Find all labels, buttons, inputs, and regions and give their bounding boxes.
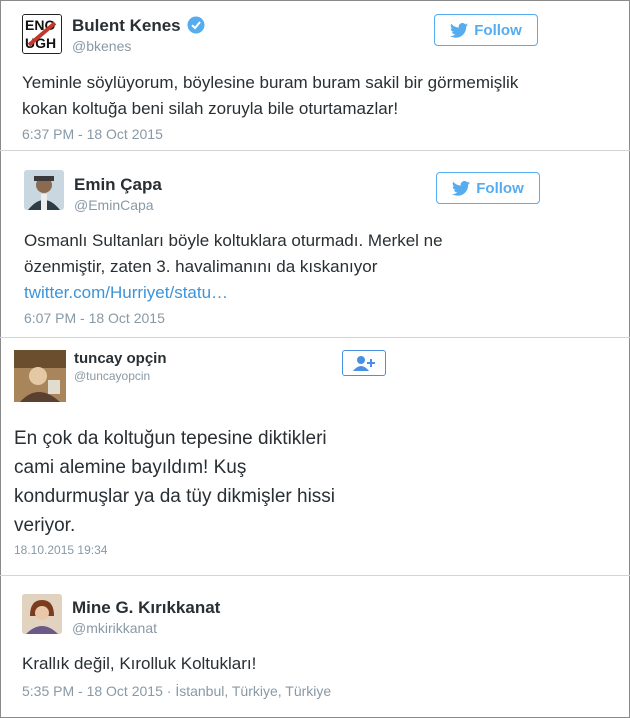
divider <box>0 337 630 338</box>
twitter-bird-icon <box>450 22 469 38</box>
avatar[interactable] <box>24 170 64 210</box>
user-name[interactable]: Mine G. Kırıkkanat <box>72 598 220 618</box>
follow-button[interactable]: Follow <box>434 14 538 46</box>
avatar[interactable] <box>22 594 62 634</box>
tweet-text: Yeminle söylüyorum, böylesine buram bura… <box>22 73 519 118</box>
user-name[interactable]: Bulent Kenes <box>72 16 205 39</box>
follow-button[interactable]: Follow <box>436 172 540 204</box>
tweet-text: Osmanlı Sultanları böyle koltuklara otur… <box>24 228 584 306</box>
tweet-location[interactable]: İstanbul, Türkiye, Türkiye <box>175 683 331 699</box>
tweet-timestamp[interactable]: 6:37 PM - 18 Oct 2015 <box>22 126 163 142</box>
add-person-icon <box>353 356 375 371</box>
tweet-text-line: özenmiştir, zaten 3. havalimanını da kıs… <box>24 257 378 276</box>
divider <box>0 150 630 151</box>
tweet-bkenes: ENO UGH Bulent Kenes @bkenes Follow Yemi… <box>0 0 630 150</box>
tweet-link[interactable]: twitter.com/Hurriyet/statu… <box>24 280 584 306</box>
follow-label: Follow <box>474 21 522 39</box>
tweet-text: Krallık değil, Kırolluk Koltukları! <box>22 654 257 673</box>
post-text-line: cami alemine bayıldım! Kuş <box>14 457 247 478</box>
tweet-meta: 5:35 PM - 18 Oct 2015 · İstanbul, Türkiy… <box>22 683 331 699</box>
person-photo-icon <box>22 594 62 634</box>
post-timestamp[interactable]: 18.10.2015 19:34 <box>14 543 107 557</box>
post-text: En çok da koltuğun tepesine diktikleri c… <box>14 424 414 540</box>
user-handle[interactable]: @bkenes <box>72 38 131 54</box>
avatar[interactable] <box>14 350 66 402</box>
person-photo-icon <box>14 350 66 402</box>
enough-logo-icon: ENO UGH <box>23 15 61 53</box>
user-name[interactable]: tuncay opçin <box>74 350 167 367</box>
post-text-line: veriyor. <box>14 515 76 536</box>
tweet-timestamp[interactable]: 6:07 PM - 18 Oct 2015 <box>24 310 165 326</box>
user-handle[interactable]: @tuncayopcin <box>74 369 150 383</box>
user-name[interactable]: Emin Çapa <box>74 175 162 195</box>
post-text-line: En çok da koltuğun tepesine diktikleri <box>14 428 327 449</box>
add-friend-button[interactable] <box>342 350 386 376</box>
twitter-bird-icon <box>452 180 471 196</box>
user-handle[interactable]: @mkirikkanat <box>72 620 157 636</box>
divider <box>0 575 630 576</box>
user-name-text: Bulent Kenes <box>72 16 181 35</box>
avatar[interactable]: ENO UGH <box>22 14 62 54</box>
person-photo-icon <box>24 170 64 210</box>
follow-label: Follow <box>476 179 524 197</box>
meta-separator: · <box>162 683 176 699</box>
post-text-line: kondurmuşlar ya da tüy dikmişler hissi <box>14 486 336 507</box>
user-handle[interactable]: @EminCapa <box>74 197 154 213</box>
verified-badge-icon <box>187 16 205 39</box>
tweet-timestamp[interactable]: 5:35 PM - 18 Oct 2015 <box>22 683 163 699</box>
tweet-text-line: Osmanlı Sultanları böyle koltuklara otur… <box>24 231 443 250</box>
